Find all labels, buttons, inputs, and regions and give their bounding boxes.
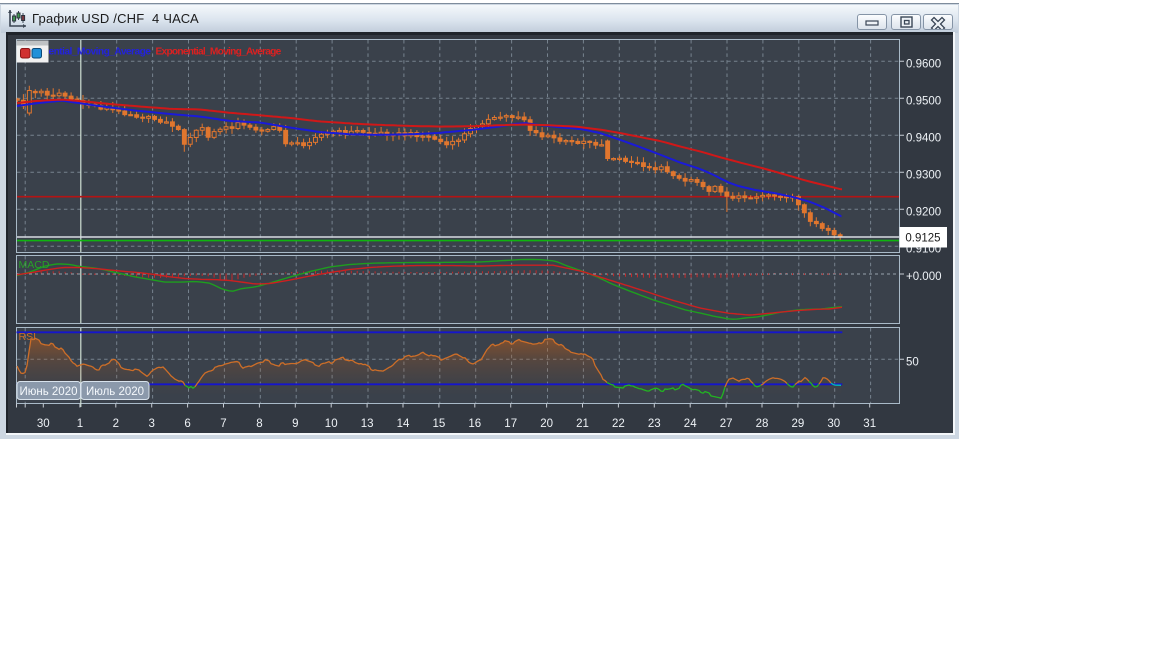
- svg-text:21: 21: [576, 418, 589, 430]
- svg-text:0.9300: 0.9300: [906, 170, 941, 182]
- svg-text:Июнь 2020: Июнь 2020: [19, 386, 77, 398]
- svg-text:17: 17: [504, 418, 517, 430]
- svg-text:23: 23: [648, 418, 661, 430]
- svg-text:10: 10: [325, 418, 338, 430]
- svg-text:13: 13: [361, 418, 374, 430]
- svg-text:RSI: RSI: [19, 331, 37, 343]
- svg-text:20: 20: [540, 418, 553, 430]
- svg-text:28: 28: [756, 418, 769, 430]
- svg-text:0.9600: 0.9600: [906, 59, 941, 71]
- svg-text:6: 6: [184, 418, 190, 430]
- svg-text:ential_Moving_Average: ential_Moving_Average: [49, 47, 152, 58]
- svg-text:16: 16: [468, 418, 481, 430]
- svg-text:Exponential_Moving_Average: Exponential_Moving_Average: [156, 47, 282, 58]
- svg-text:15: 15: [433, 418, 446, 430]
- svg-text:1: 1: [77, 418, 83, 430]
- svg-text:2: 2: [113, 418, 119, 430]
- svg-text:+0.000: +0.000: [906, 271, 942, 283]
- svg-text:31: 31: [863, 418, 876, 430]
- svg-text:MACD: MACD: [19, 259, 50, 271]
- svg-text:0.9400: 0.9400: [906, 133, 941, 145]
- svg-text:3: 3: [148, 418, 154, 430]
- svg-text:29: 29: [792, 418, 805, 430]
- svg-text:30: 30: [827, 418, 840, 430]
- svg-text:0.9500: 0.9500: [906, 96, 941, 108]
- svg-text:14: 14: [397, 418, 410, 430]
- svg-text:Июль 2020: Июль 2020: [86, 386, 144, 398]
- svg-text:30: 30: [37, 418, 50, 430]
- svg-text:50: 50: [906, 357, 919, 369]
- svg-text:0.9125: 0.9125: [905, 233, 940, 245]
- svg-text:22: 22: [612, 418, 625, 430]
- svg-text:24: 24: [684, 418, 697, 430]
- svg-text:27: 27: [720, 418, 733, 430]
- svg-text:7: 7: [220, 418, 226, 430]
- svg-text:8: 8: [256, 418, 262, 430]
- svg-text:0.9200: 0.9200: [906, 207, 941, 219]
- svg-text:9: 9: [292, 418, 298, 430]
